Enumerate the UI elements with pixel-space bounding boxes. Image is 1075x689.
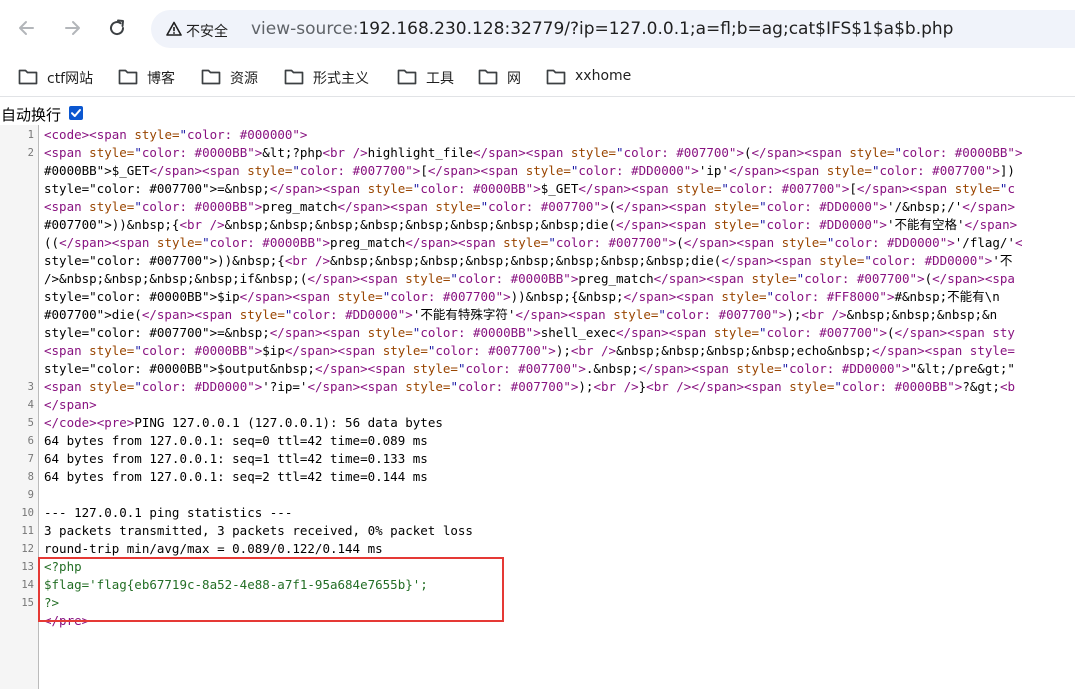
line-number-gutter: 1 2 3 4 5 6 7 8 9 10 11 12 13 14 15 [0, 125, 39, 689]
line-number: 13 [21, 561, 34, 573]
line-number: 1 [27, 129, 34, 141]
forward-arrow-icon [65, 21, 80, 35]
bookmark-label: ctf网站 [47, 71, 94, 87]
folder-icon [478, 69, 498, 85]
source-line: style="color: #0000BB">$ip</span><span s… [44, 289, 1000, 304]
source-line: <span style="color: #DD0000">'?ip='</spa… [44, 379, 1016, 394]
source-line: #007700">die(</span><span style="color: … [44, 307, 998, 322]
back-arrow-icon [19, 21, 34, 35]
reload-icon [110, 19, 125, 36]
warning-triangle-icon [166, 21, 182, 36]
bookmark-label: 网 [507, 71, 521, 87]
line-wrap-checkbox[interactable] [69, 106, 83, 120]
line-number: 12 [21, 543, 34, 555]
site-security-chip[interactable]: 不安全 [158, 15, 236, 43]
page-divider [0, 96, 1075, 97]
back-button[interactable] [10, 11, 44, 45]
address-bar[interactable]: 不安全 view-source:192.168.230.128:32779/?i… [151, 10, 1075, 48]
source-line: <span style="color: #0000BB">&lt;?php<br… [44, 145, 1023, 160]
line-number: 7 [27, 453, 34, 465]
source-line: <code><span style="color: #000000"> [44, 127, 308, 142]
line-number: 11 [21, 525, 34, 537]
folder-icon [118, 69, 138, 85]
line-number: 8 [27, 471, 34, 483]
line-number: 5 [27, 417, 34, 429]
checkmark-icon [71, 109, 81, 117]
source-line: 64 bytes from 127.0.0.1: seq=1 ttl=42 ti… [44, 451, 428, 466]
flag-highlight-box [38, 557, 504, 622]
source-line: </code><pre>PING 127.0.0.1 (127.0.0.1): … [44, 415, 443, 430]
source-line: style="color: #007700">=&nbsp;</span><sp… [44, 325, 1015, 340]
line-number: 3 [27, 381, 34, 393]
security-label: 不安全 [186, 24, 228, 40]
url-host: 192.168.230.128 [358, 19, 505, 39]
source-line: 64 bytes from 127.0.0.1: seq=0 ttl=42 ti… [44, 433, 428, 448]
source-line: <span style="color: #0000BB">preg_match<… [44, 199, 1015, 214]
source-line: #0000BB">$_GET</span><span style="color:… [44, 163, 1015, 178]
forward-button[interactable] [55, 11, 89, 45]
folder-icon [201, 69, 221, 85]
source-line: style="color: #007700">))&nbsp;{<br />&n… [44, 253, 1013, 268]
bookmark-label: 资源 [230, 71, 258, 87]
reload-button[interactable] [100, 11, 134, 45]
bookmark-label: 工具 [426, 71, 454, 87]
folder-icon [397, 69, 417, 85]
folder-icon [18, 69, 38, 85]
bookmarks-bar: ctf网站 博客 资源 形式主义 工具 网 xxhome [0, 58, 1075, 96]
bookmark-label: 博客 [147, 71, 175, 87]
folder-icon [546, 69, 566, 85]
url-prefix: view-source: [251, 19, 359, 39]
source-line: --- 127.0.0.1 ping statistics --- [44, 505, 293, 520]
line-number: 4 [27, 399, 34, 411]
source-line: </span> [44, 397, 97, 412]
folder-icon [284, 69, 304, 85]
source-line: style="color: #007700">=&nbsp;</span><sp… [44, 181, 1015, 196]
line-number: 9 [27, 489, 34, 501]
source-line: 64 bytes from 127.0.0.1: seq=2 ttl=42 ti… [44, 469, 428, 484]
source-line: 3 packets transmitted, 3 packets receive… [44, 523, 473, 538]
url-rest: :32779/?ip=127.0.0.1;a=fl;b=ag;cat$IFS$1… [504, 19, 954, 39]
source-line: round-trip min/avg/max = 0.089/0.122/0.1… [44, 541, 383, 556]
bookmark-label: 形式主义 [313, 71, 369, 87]
source-line: />&nbsp;&nbsp;&nbsp;&nbsp;if&nbsp;(</spa… [44, 271, 1015, 286]
line-number: 2 [27, 147, 34, 159]
url-text[interactable]: view-source:192.168.230.128:32779/?ip=12… [251, 19, 953, 39]
line-number: 14 [21, 579, 34, 591]
source-line: <span style="color: #0000BB">$ip</span><… [44, 343, 1015, 358]
line-number: 10 [21, 507, 34, 519]
bookmark-label: xxhome [575, 68, 632, 84]
source-line: style="color: #0000BB">$output&nbsp;</sp… [44, 361, 1015, 376]
line-number: 6 [27, 435, 34, 447]
source-line: ((</span><span style="color: #0000BB">pr… [44, 235, 1023, 250]
source-line: #007700">))&nbsp;{<br />&nbsp;&nbsp;&nbs… [44, 217, 1018, 232]
browser-toolbar: 不安全 view-source:192.168.230.128:32779/?i… [0, 0, 1075, 58]
line-number: 15 [21, 597, 34, 609]
line-wrap-label: 自动换行 [1, 106, 62, 124]
